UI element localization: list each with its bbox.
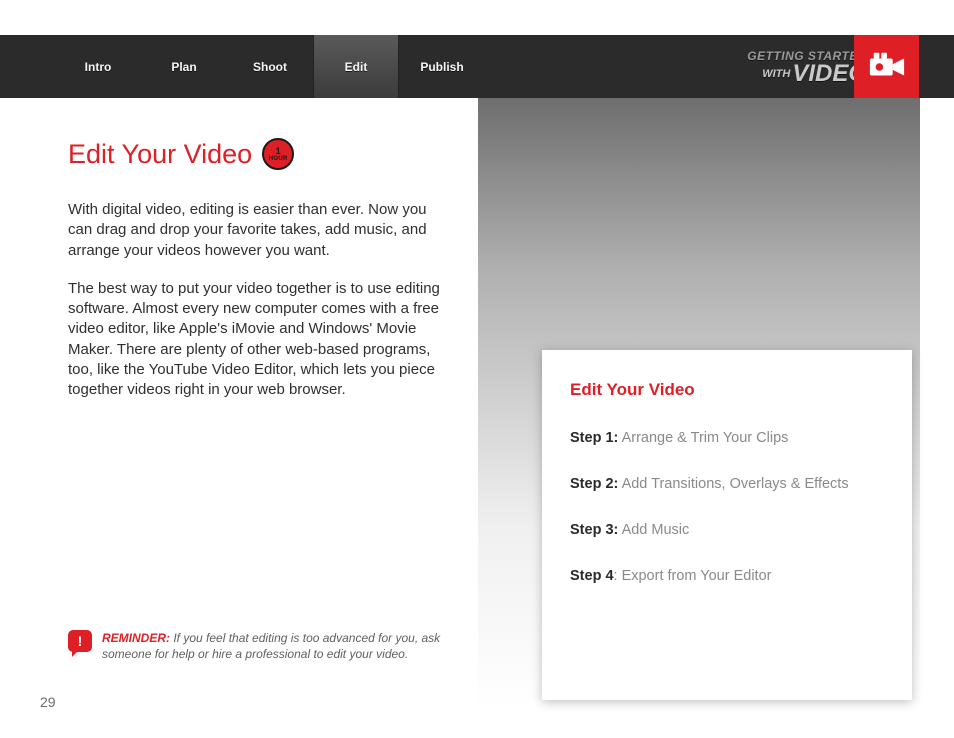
step-4[interactable]: Step 4: Export from Your Editor: [570, 568, 884, 584]
title-row: Edit Your Video 1 HOUR: [68, 138, 453, 170]
nav-edit[interactable]: Edit: [313, 35, 399, 98]
page-title: Edit Your Video: [68, 139, 252, 170]
step-3-label: Step 3:: [570, 522, 618, 538]
step-1-label: Step 1:: [570, 430, 618, 446]
step-2-label: Step 2:: [570, 476, 618, 492]
time-badge: 1 HOUR: [262, 138, 294, 170]
nav-publish[interactable]: Publish: [399, 60, 485, 74]
paragraph-2: The best way to put your video together …: [68, 279, 453, 401]
brand-with: WITH: [762, 68, 790, 80]
reminder-text: REMINDER: If you feel that editing is to…: [102, 630, 468, 662]
page-root: Intro Plan Shoot Edit Publish GETTING ST…: [0, 0, 954, 738]
header-bar: Intro Plan Shoot Edit Publish GETTING ST…: [0, 35, 954, 98]
alert-speech-icon: !: [68, 630, 92, 652]
reminder-block: ! REMINDER: If you feel that editing is …: [68, 630, 468, 662]
reminder-label: REMINDER:: [102, 631, 170, 645]
step-4-text: : Export from Your Editor: [614, 568, 772, 584]
step-3[interactable]: Step 3: Add Music: [570, 522, 884, 538]
step-4-label: Step 4: [570, 568, 614, 584]
nav-intro[interactable]: Intro: [55, 60, 141, 74]
page-number: 29: [40, 694, 56, 710]
step-1[interactable]: Step 1: Arrange & Trim Your Clips: [570, 430, 884, 446]
video-camera-icon: [868, 52, 906, 82]
brand-title: WITHVIDEO: [762, 63, 867, 85]
body-text: With digital video, editing is easier th…: [68, 200, 453, 400]
step-2[interactable]: Step 2: Add Transitions, Overlays & Effe…: [570, 476, 884, 492]
time-badge-unit: HOUR: [269, 156, 288, 162]
time-badge-number: 1: [276, 147, 281, 156]
left-column: Edit Your Video 1 HOUR With digital vide…: [68, 138, 453, 418]
step-2-text: Add Transitions, Overlays & Effects: [618, 476, 848, 492]
step-3-text: Add Music: [618, 522, 689, 538]
right-panel: Edit Your Video Step 1: Arrange & Trim Y…: [478, 98, 920, 710]
paragraph-1: With digital video, editing is easier th…: [68, 200, 453, 261]
nav-shoot[interactable]: Shoot: [227, 60, 313, 74]
steps-card: Edit Your Video Step 1: Arrange & Trim Y…: [542, 350, 912, 700]
step-1-text: Arrange & Trim Your Clips: [618, 430, 788, 446]
card-title: Edit Your Video: [570, 380, 884, 400]
nav-plan[interactable]: Plan: [141, 60, 227, 74]
logo-box: [854, 35, 919, 98]
